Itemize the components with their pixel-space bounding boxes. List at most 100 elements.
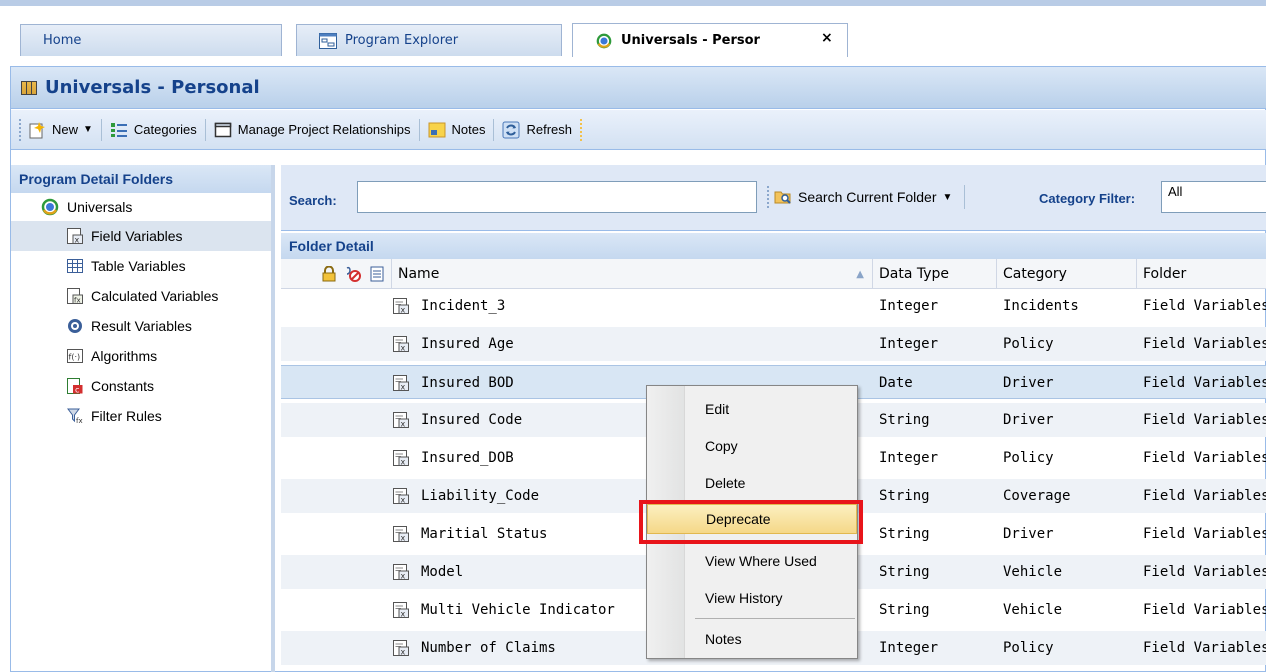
manage-project-relationships-button[interactable]: Manage Project Relationships xyxy=(212,117,413,143)
table-row[interactable]: x Insured Age Integer Policy Field Variables xyxy=(281,327,1266,361)
notes-button[interactable]: Notes xyxy=(426,117,488,143)
nav-item-label: Algorithms xyxy=(91,348,158,364)
column-folder[interactable]: Folder xyxy=(1137,259,1266,289)
tab-home[interactable]: Home xyxy=(20,24,282,56)
svg-text:x: x xyxy=(75,236,80,245)
nav-item-label: Constants xyxy=(91,378,155,394)
column-category[interactable]: Category xyxy=(997,259,1137,289)
toolbar-separator xyxy=(493,118,495,141)
cell-category: Driver xyxy=(1003,375,1054,391)
sort-ascending-icon: ▲ xyxy=(856,268,864,280)
cell-category: Coverage xyxy=(1003,488,1071,504)
cell-category: Policy xyxy=(1003,640,1054,656)
nav-root-label: Universals xyxy=(67,199,133,215)
cell-folder: Field Variables xyxy=(1143,488,1266,504)
field-variable-icon: x xyxy=(393,526,409,542)
refresh-icon xyxy=(502,121,520,138)
column-name[interactable]: Name ▲ xyxy=(391,259,873,289)
toolbar-grip xyxy=(19,118,22,141)
nav-item-filter-rules[interactable]: fx Filter Rules xyxy=(11,401,271,431)
nav-item-field-variables[interactable]: x Field Variables xyxy=(11,221,271,251)
menu-item-notes[interactable]: Notes xyxy=(687,624,855,654)
tab-program-explorer-label: Program Explorer xyxy=(345,33,459,48)
nav-item-result-variables[interactable]: Result Variables xyxy=(11,311,271,341)
cell-data-type: String xyxy=(879,488,930,504)
row-icon-cell: x xyxy=(393,366,417,400)
tab-universals-label: Universals - Persor xyxy=(621,33,760,48)
svg-text:x: x xyxy=(401,496,406,505)
cell-category: Policy xyxy=(1003,336,1054,352)
table-row[interactable]: x Incident_3 Integer Incidents Field Variabl… xyxy=(281,289,1266,323)
cell-category: Vehicle xyxy=(1003,602,1063,618)
field-variable-icon: x xyxy=(67,228,83,244)
refresh-button[interactable]: Refresh xyxy=(500,117,574,143)
cell-category: Vehicle xyxy=(1003,564,1063,580)
column-deprecated[interactable] xyxy=(343,259,367,289)
search-input[interactable] xyxy=(357,181,757,213)
menu-item-edit[interactable]: Edit xyxy=(687,394,855,424)
document-icon xyxy=(370,266,384,282)
search-current-folder-button[interactable]: Search Current Folder ▼ xyxy=(767,181,966,213)
row-icon-cell: x xyxy=(393,631,417,665)
new-document-icon xyxy=(29,121,45,138)
category-filter-label: Category Filter: xyxy=(1039,191,1136,206)
svg-text:f(·): f(·) xyxy=(69,353,81,362)
panel-header: Universals - Personal xyxy=(11,67,1266,109)
nav-item-algorithms[interactable]: f(·) Algorithms xyxy=(11,341,271,371)
cell-data-type: String xyxy=(879,412,930,428)
universals-icon xyxy=(41,198,59,216)
nav-item-table-variables[interactable]: Table Variables xyxy=(11,251,271,281)
notes-button-label: Notes xyxy=(451,122,486,137)
menu-item-delete[interactable]: Delete xyxy=(687,468,855,498)
chevron-down-icon: ▼ xyxy=(942,191,953,203)
cell-data-type: String xyxy=(879,564,930,580)
column-lock[interactable] xyxy=(321,259,343,289)
cell-category: Incidents xyxy=(1003,298,1079,314)
column-type-label: Data Type xyxy=(879,266,950,282)
manage-button-label: Manage Project Relationships xyxy=(237,122,411,137)
toolbar-end-grip xyxy=(580,118,583,141)
category-filter-select[interactable]: All xyxy=(1161,181,1266,213)
search-bar: Search: Search Current Folder ▼ Category… xyxy=(281,165,1266,231)
new-button[interactable]: New ▼ xyxy=(26,117,95,143)
cell-data-type: String xyxy=(879,602,930,618)
menu-item-copy[interactable]: Copy xyxy=(687,431,855,461)
program-explorer-icon xyxy=(319,32,337,49)
tab-universals-personal[interactable]: Universals - Persor × xyxy=(572,23,848,57)
cell-name: Maritial Status xyxy=(421,526,548,542)
nav-item-label: Calculated Variables xyxy=(91,288,219,304)
menu-item-view-history[interactable]: View History xyxy=(687,583,855,613)
categories-icon xyxy=(110,122,127,137)
cell-name: Insured Age xyxy=(421,336,514,352)
nav-root-universals[interactable]: Universals xyxy=(11,193,271,221)
chevron-down-icon: ▼ xyxy=(83,124,93,135)
cell-name: Incident_3 xyxy=(421,298,506,314)
cell-name: Insured_DOB xyxy=(421,450,514,466)
nav-item-label: Table Variables xyxy=(91,258,186,274)
row-icon-cell: x xyxy=(393,403,417,437)
svg-text:x: x xyxy=(401,534,406,543)
tab-bar: Home Program Explorer Universals - Perso… xyxy=(0,6,1266,58)
close-icon[interactable]: × xyxy=(821,30,833,46)
main-panel: Universals - Personal New ▼ Categories M… xyxy=(10,66,1266,672)
field-variable-icon: x xyxy=(393,602,409,618)
svg-text:x: x xyxy=(401,306,406,315)
column-data-type[interactable]: Data Type xyxy=(873,259,997,289)
search-label: Search: xyxy=(289,193,337,208)
categories-button[interactable]: Categories xyxy=(108,117,199,143)
cell-name: Insured BOD xyxy=(421,375,514,391)
svg-text:c: c xyxy=(75,386,79,395)
nav-header: Program Detail Folders xyxy=(11,165,271,193)
column-notes[interactable] xyxy=(367,259,391,289)
row-icon-cell: x xyxy=(393,517,417,551)
nav-item-label: Result Variables xyxy=(91,318,192,334)
nav-item-constants[interactable]: c Constants xyxy=(11,371,271,401)
separator xyxy=(964,185,966,209)
nav-item-calculated-variables[interactable]: fx Calculated Variables xyxy=(11,281,271,311)
cell-category: Policy xyxy=(1003,450,1054,466)
column-folder-label: Folder xyxy=(1143,266,1187,282)
tab-program-explorer[interactable]: Program Explorer xyxy=(296,24,562,56)
field-variable-icon: x xyxy=(393,375,409,391)
grid-header: Name ▲ Data Type Category Folder xyxy=(281,259,1266,289)
menu-item-view-where-used[interactable]: View Where Used xyxy=(687,546,855,576)
